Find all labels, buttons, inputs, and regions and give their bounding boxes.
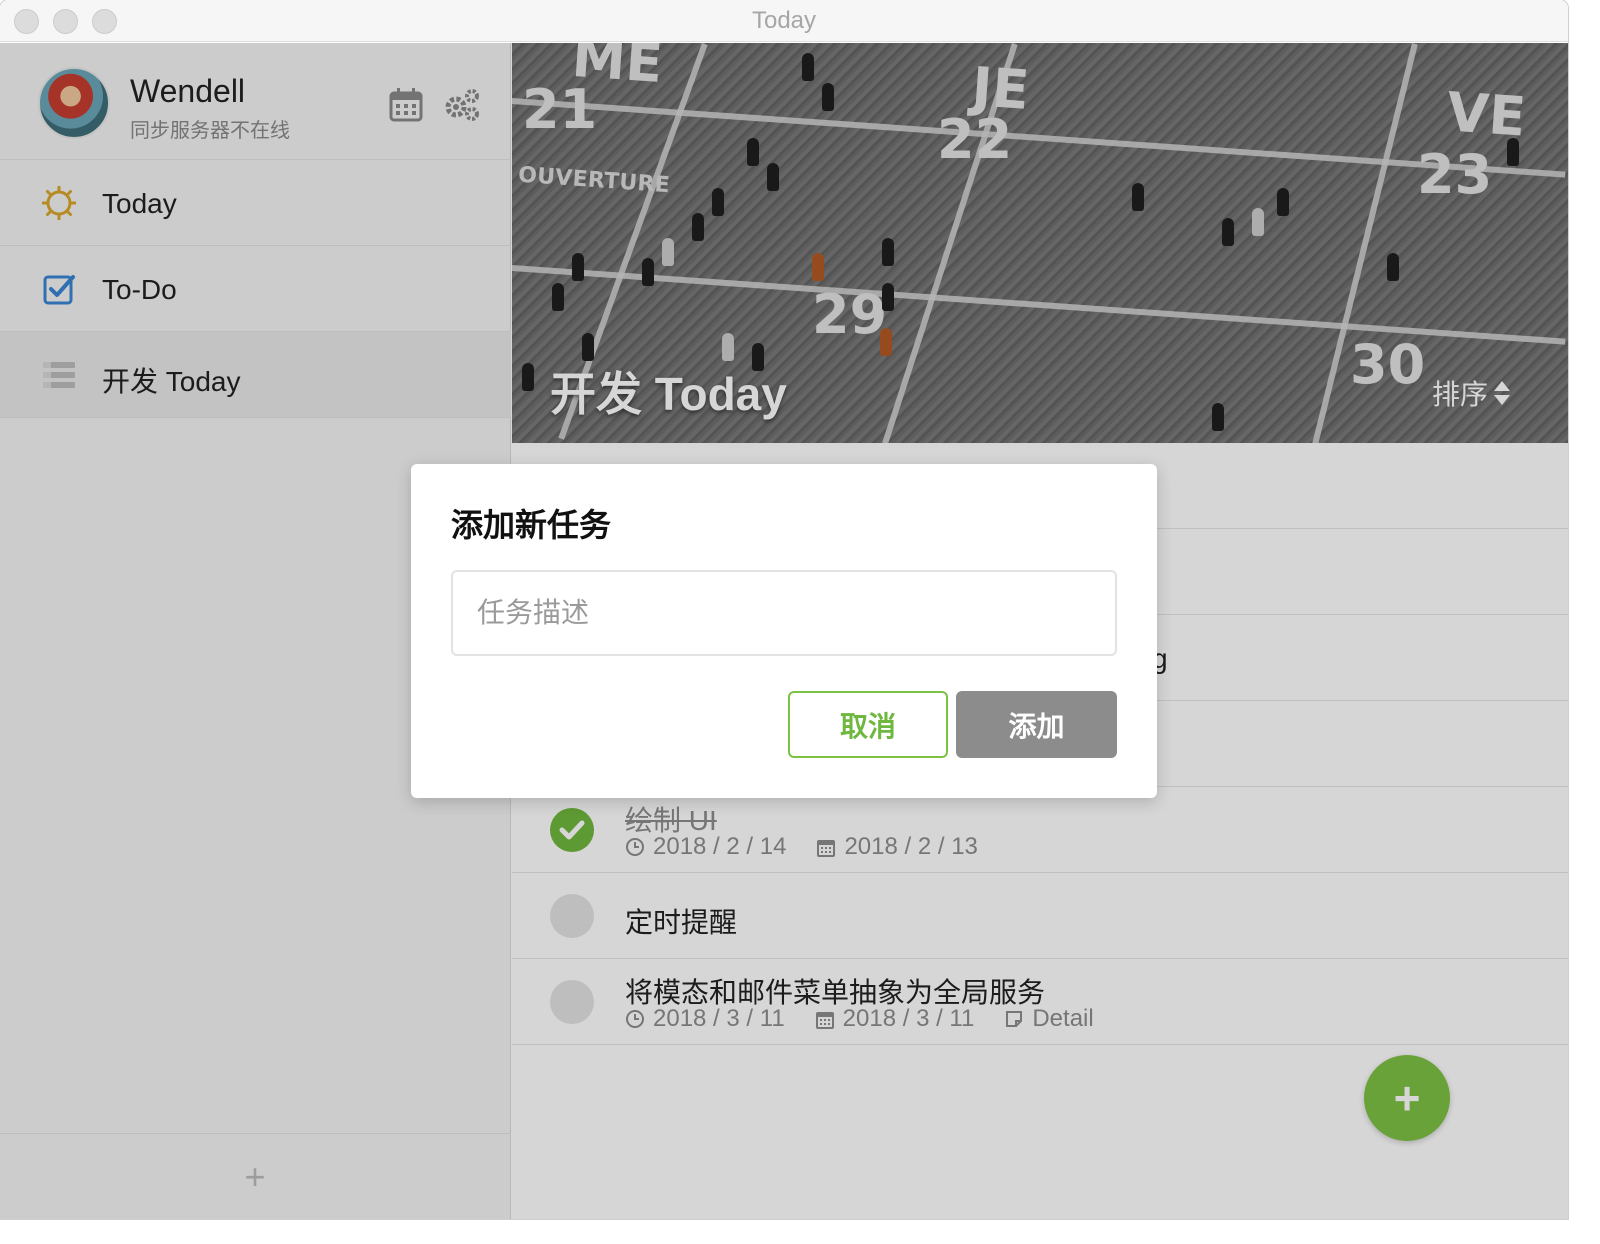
dialog-title: 添加新任务 [451,507,612,543]
title-bar: Today [0,0,1568,42]
window-title: Today [751,6,817,34]
zoom-window-button[interactable] [92,9,117,34]
add-task-dialog: 添加新任务 取消 添加 [411,464,1157,798]
app-window: Today Wendell 同步服务器不在线 Today To-Do 开发 To… [0,0,1568,1219]
close-window-button[interactable] [14,9,39,34]
cancel-button[interactable]: 取消 [788,691,948,758]
add-button[interactable]: 添加 [956,691,1117,758]
task-description-input[interactable] [451,570,1117,656]
minimize-window-button[interactable] [53,9,78,34]
